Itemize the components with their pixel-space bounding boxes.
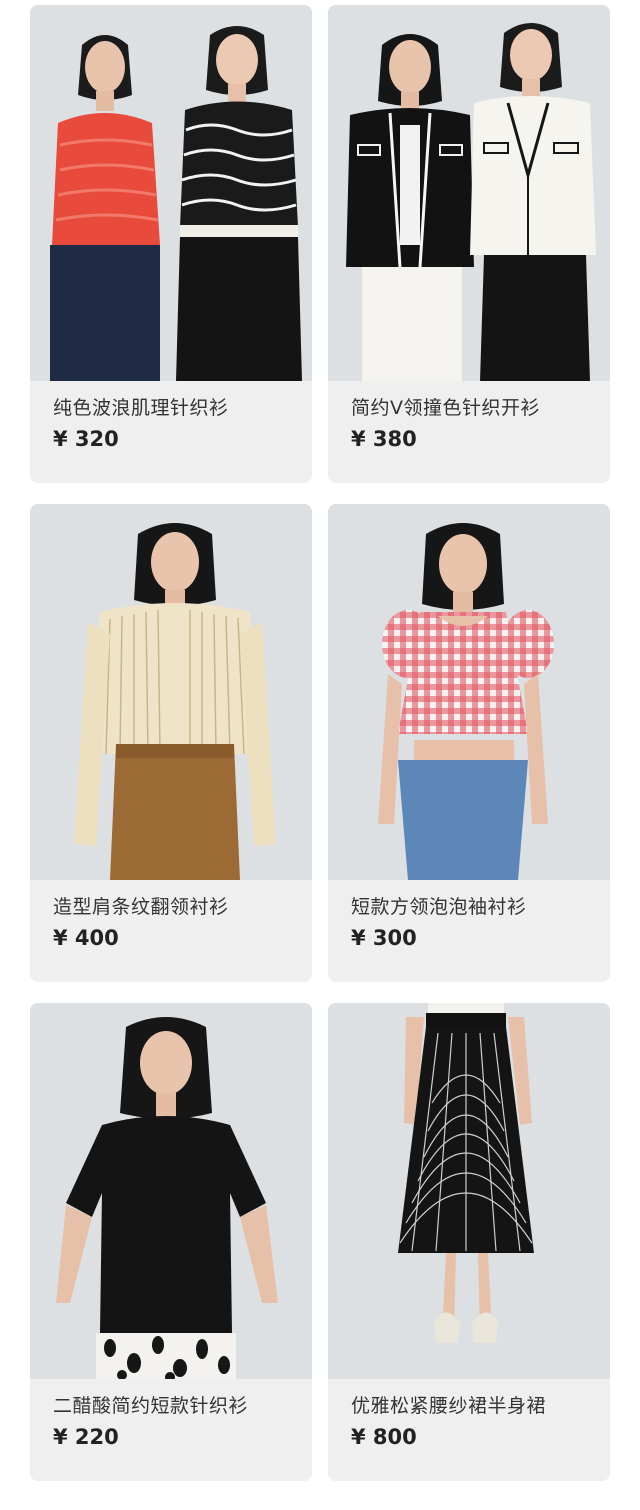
product-price: ¥ 380 (351, 427, 417, 451)
product-price: ¥ 400 (53, 926, 119, 950)
product-card-1[interactable]: 纯色波浪肌理针织衫 ¥ 320 (30, 5, 312, 483)
product-image-3[interactable] (30, 504, 312, 880)
product-image-1[interactable] (30, 5, 312, 381)
product-card-3[interactable]: 造型肩条纹翻领衬衫 ¥ 400 (30, 504, 312, 982)
product-price: ¥ 220 (53, 1425, 119, 1449)
product-photo (328, 1003, 610, 1379)
product-card-5[interactable]: 二醋酸简约短款针织衫 ¥ 220 (30, 1003, 312, 1481)
product-card-4[interactable]: 短款方领泡泡袖衬衫 ¥ 300 (328, 504, 610, 982)
product-name: 造型肩条纹翻领衬衫 (53, 896, 229, 918)
product-image-6[interactable] (328, 1003, 610, 1379)
product-card-2[interactable]: 简约V领撞色针织开衫 ¥ 380 (328, 5, 610, 483)
product-grid: 纯色波浪肌理针织衫 ¥ 320 简约V领撞色针织开衫 ¥ 380 造型肩条纹翻领… (0, 0, 640, 1510)
product-card-6[interactable]: 优雅松紧腰纱裙半身裙 ¥ 800 (328, 1003, 610, 1481)
product-image-5[interactable] (30, 1003, 312, 1379)
product-photo (328, 504, 610, 880)
product-price: ¥ 300 (351, 926, 417, 950)
product-name: 纯色波浪肌理针织衫 (53, 397, 229, 419)
product-name: 二醋酸简约短款针织衫 (53, 1395, 249, 1417)
product-name: 短款方领泡泡袖衬衫 (351, 896, 527, 918)
product-photo (30, 1003, 312, 1379)
product-price: ¥ 320 (53, 427, 119, 451)
product-image-2[interactable] (328, 5, 610, 381)
product-name: 优雅松紧腰纱裙半身裙 (351, 1395, 547, 1417)
product-photo (30, 504, 312, 880)
product-price: ¥ 800 (351, 1425, 417, 1449)
product-photo (328, 5, 610, 381)
product-name: 简约V领撞色针织开衫 (351, 397, 540, 419)
product-photo (30, 5, 312, 381)
product-image-4[interactable] (328, 504, 610, 880)
